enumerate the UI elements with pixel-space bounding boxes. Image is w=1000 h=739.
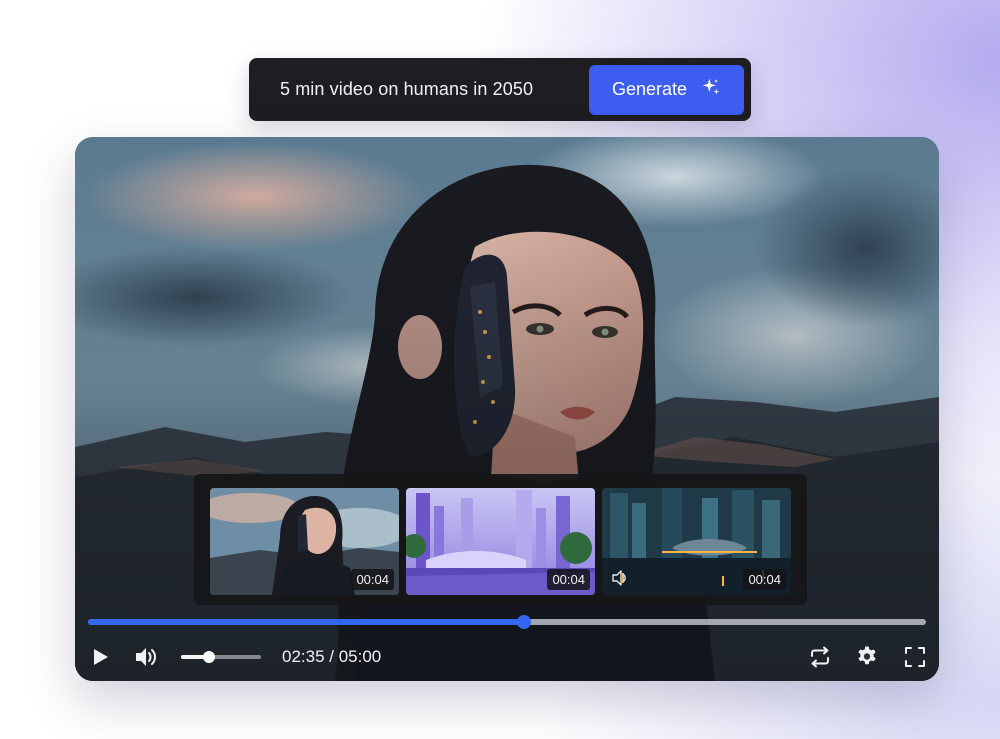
- volume-icon: [612, 570, 626, 586]
- progress-fill: [88, 619, 524, 625]
- fullscreen-icon[interactable]: [903, 645, 927, 669]
- prompt-bar: 5 min video on humans in 2050 Generate: [249, 58, 751, 121]
- scene-thumbnail-3[interactable]: 00:04: [602, 488, 791, 595]
- video-player[interactable]: 00:04 00:04 00:04 02:35 / 05:00: [75, 137, 939, 681]
- scene-thumbnail-strip: 00:04 00:04 00:04: [194, 474, 807, 605]
- progress-scrubber[interactable]: [516, 615, 531, 629]
- volume-icon[interactable]: [134, 646, 158, 668]
- gear-icon[interactable]: [855, 645, 879, 669]
- progress-bar[interactable]: [88, 615, 926, 629]
- thumbnail-duration: 00:04: [351, 569, 394, 590]
- volume-slider[interactable]: [181, 651, 261, 663]
- generate-button-label: Generate: [611, 79, 688, 99]
- player-controls: 02:35 / 05:00: [75, 637, 939, 677]
- prompt-input[interactable]: 5 min video on humans in 2050: [280, 79, 533, 100]
- generate-button[interactable]: Generate: [589, 64, 744, 115]
- play-icon[interactable]: [89, 646, 111, 668]
- loop-icon[interactable]: [808, 645, 832, 669]
- thumbnail-duration: 00:04: [547, 569, 590, 590]
- scene-thumbnail-2[interactable]: 00:04: [406, 488, 595, 595]
- volume-knob[interactable]: [203, 651, 215, 663]
- scene-thumbnail-1[interactable]: 00:04: [210, 488, 399, 595]
- sparkles-icon: [701, 77, 721, 102]
- thumbnail-duration: 00:04: [743, 569, 786, 590]
- time-readout: 02:35 / 05:00: [282, 647, 382, 666]
